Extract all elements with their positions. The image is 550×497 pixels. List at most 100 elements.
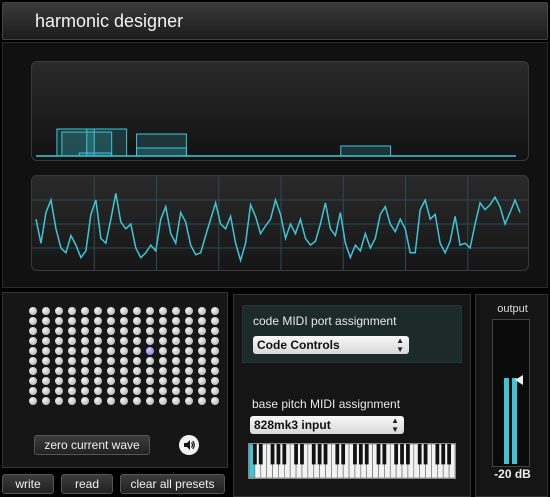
preset-dot[interactable]	[68, 307, 76, 315]
preset-dot[interactable]	[120, 397, 128, 405]
preset-dot[interactable]	[133, 397, 141, 405]
preset-dot[interactable]	[133, 377, 141, 385]
preset-dot[interactable]	[120, 317, 128, 325]
preset-dot[interactable]	[55, 307, 63, 315]
preset-dot[interactable]	[120, 367, 128, 375]
preset-dot[interactable]	[107, 387, 115, 395]
preset-dot[interactable]	[120, 387, 128, 395]
preset-dot[interactable]	[81, 347, 89, 355]
write-button[interactable]: write	[2, 474, 54, 494]
preset-dot[interactable]	[81, 377, 89, 385]
preset-dot[interactable]	[211, 337, 219, 345]
preset-dot[interactable]	[185, 337, 193, 345]
preset-dot[interactable]	[146, 327, 154, 335]
preset-dot[interactable]	[68, 327, 76, 335]
preset-dot-grid[interactable]	[29, 307, 224, 407]
preset-dot[interactable]	[29, 397, 37, 405]
read-button[interactable]: read	[61, 474, 113, 494]
preset-dot[interactable]	[120, 307, 128, 315]
preset-dot[interactable]	[120, 377, 128, 385]
preset-dot[interactable]	[107, 327, 115, 335]
preset-dot[interactable]	[107, 367, 115, 375]
preset-dot[interactable]	[94, 377, 102, 385]
preset-dot[interactable]	[81, 357, 89, 365]
preset-dot[interactable]	[81, 327, 89, 335]
preset-dot[interactable]	[211, 327, 219, 335]
preset-dot[interactable]	[146, 377, 154, 385]
preset-dot[interactable]	[172, 327, 180, 335]
preset-dot[interactable]	[198, 307, 206, 315]
preset-dot[interactable]	[198, 357, 206, 365]
preset-dot[interactable]	[198, 327, 206, 335]
preset-dot[interactable]	[107, 337, 115, 345]
preset-dot[interactable]	[68, 367, 76, 375]
preset-dot[interactable]	[42, 307, 50, 315]
preset-dot[interactable]	[55, 377, 63, 385]
preset-dot[interactable]	[211, 347, 219, 355]
preset-dot[interactable]	[159, 327, 167, 335]
preset-dot[interactable]	[172, 377, 180, 385]
preset-dot[interactable]	[42, 327, 50, 335]
preset-dot[interactable]	[211, 367, 219, 375]
preset-dot[interactable]	[55, 327, 63, 335]
preset-dot[interactable]	[172, 397, 180, 405]
preset-dot[interactable]	[133, 307, 141, 315]
preset-dot[interactable]	[185, 347, 193, 355]
preset-dot[interactable]	[55, 337, 63, 345]
preset-dot[interactable]	[81, 387, 89, 395]
preset-dot[interactable]	[81, 317, 89, 325]
preset-dot[interactable]	[29, 337, 37, 345]
zero-current-wave-button[interactable]: zero current wave	[34, 435, 150, 455]
piano-keys[interactable]	[249, 444, 455, 478]
preset-dot[interactable]	[198, 397, 206, 405]
preset-dot[interactable]	[68, 387, 76, 395]
preset-dot[interactable]	[81, 307, 89, 315]
preset-dot[interactable]	[159, 307, 167, 315]
preset-dot[interactable]	[133, 367, 141, 375]
preset-dot[interactable]	[133, 347, 141, 355]
preset-dot[interactable]	[68, 347, 76, 355]
preset-dot[interactable]	[159, 397, 167, 405]
preset-dot[interactable]	[172, 347, 180, 355]
preset-dot[interactable]	[107, 307, 115, 315]
preset-dot[interactable]	[159, 387, 167, 395]
preset-dot[interactable]	[211, 357, 219, 365]
preset-dot[interactable]	[133, 337, 141, 345]
preset-dot[interactable]	[185, 327, 193, 335]
preset-dot[interactable]	[146, 367, 154, 375]
preset-dot[interactable]	[120, 347, 128, 355]
base-pitch-midi-select[interactable]: 828mk3 input ▲ ▼	[250, 416, 404, 434]
preset-dot[interactable]	[159, 347, 167, 355]
preset-dot[interactable]	[68, 397, 76, 405]
preset-dot[interactable]	[133, 327, 141, 335]
preset-dot[interactable]	[42, 397, 50, 405]
preset-dot[interactable]	[68, 357, 76, 365]
preset-dot[interactable]	[198, 347, 206, 355]
preset-dot[interactable]	[94, 337, 102, 345]
preset-dot[interactable]	[94, 367, 102, 375]
preset-dot[interactable]	[159, 337, 167, 345]
preset-dot[interactable]	[146, 317, 154, 325]
preset-dot[interactable]	[81, 337, 89, 345]
preset-dot[interactable]	[172, 307, 180, 315]
preset-dot[interactable]	[42, 357, 50, 365]
speaker-icon[interactable]	[179, 435, 199, 455]
preset-dot[interactable]	[120, 337, 128, 345]
clear-all-presets-button[interactable]: clear all presets	[120, 474, 225, 494]
preset-dot[interactable]	[146, 387, 154, 395]
spectrum-graph[interactable]	[32, 62, 529, 161]
preset-dot[interactable]	[198, 387, 206, 395]
preset-dot[interactable]	[29, 387, 37, 395]
preset-dot[interactable]	[42, 377, 50, 385]
code-midi-port-select[interactable]: Code Controls ▲ ▼	[253, 336, 409, 354]
preset-dot[interactable]	[94, 387, 102, 395]
preset-dot[interactable]	[42, 387, 50, 395]
preset-dot[interactable]	[68, 337, 76, 345]
preset-dot[interactable]	[198, 377, 206, 385]
preset-dot[interactable]	[29, 327, 37, 335]
preset-dot[interactable]	[172, 317, 180, 325]
preset-dot[interactable]	[146, 337, 154, 345]
preset-dot[interactable]	[107, 347, 115, 355]
preset-dot[interactable]	[94, 357, 102, 365]
preset-dot[interactable]	[29, 347, 37, 355]
